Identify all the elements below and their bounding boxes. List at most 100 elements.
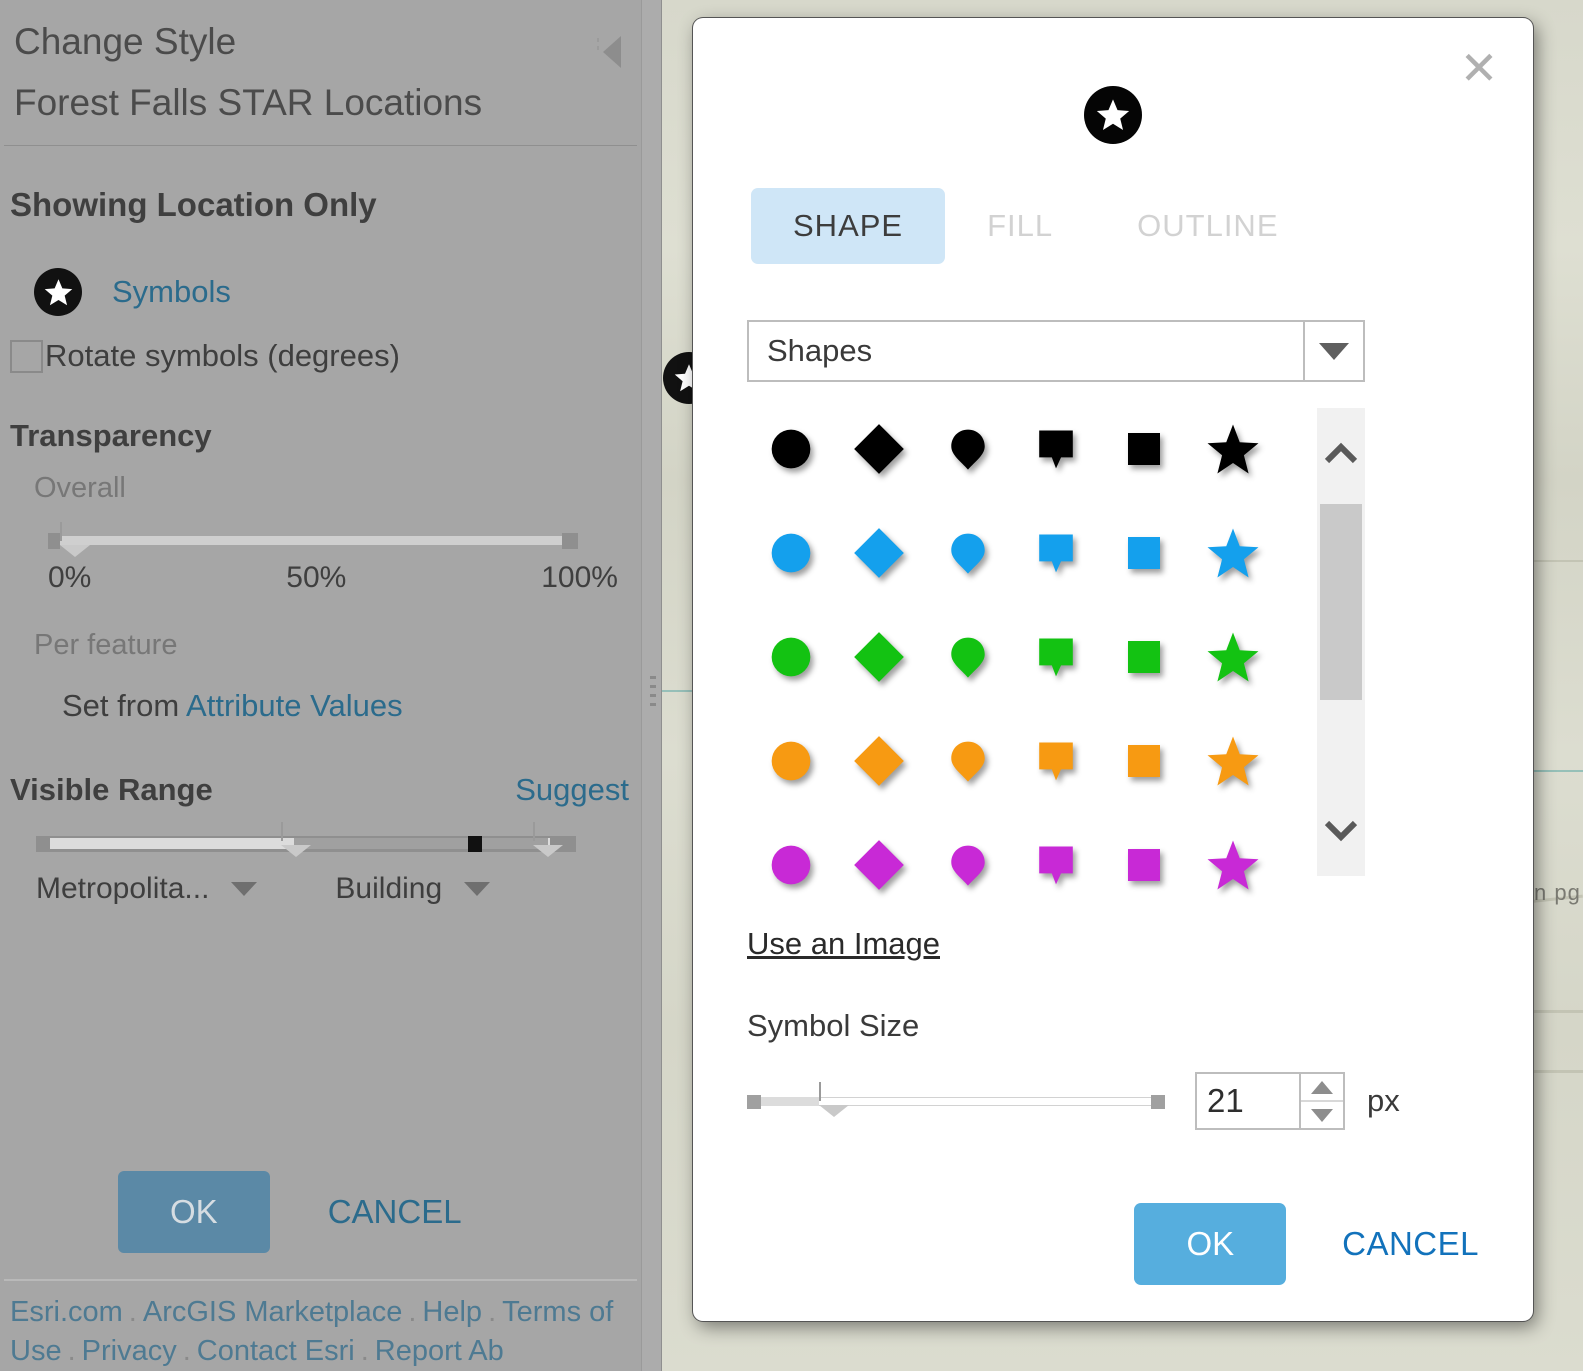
footer-link-esri[interactable]: Esri.com (10, 1296, 123, 1328)
use-an-image-link[interactable]: Use an Image (747, 926, 940, 962)
shape-option-magenta-star[interactable] (1189, 838, 1277, 892)
tab-outline[interactable]: OUTLINE (1095, 188, 1320, 264)
overall-label: Overall (34, 472, 126, 505)
shape-option-orange-diamond[interactable] (835, 734, 923, 788)
tick-100: 100% (541, 561, 618, 595)
symbol-size-stepper[interactable] (1299, 1074, 1343, 1128)
shape-option-magenta-circle[interactable] (747, 838, 835, 892)
shape-option-black-pin[interactable] (924, 422, 1012, 476)
panel-resize-grip[interactable] (650, 676, 656, 716)
shape-option-green-flag[interactable] (1012, 630, 1100, 684)
tab-fill[interactable]: FILL (945, 188, 1095, 264)
slider-cap-right (1151, 1095, 1165, 1109)
shape-option-magenta-diamond[interactable] (835, 838, 923, 892)
range-thumb-min[interactable] (281, 822, 311, 855)
footer-sep: . (488, 1295, 497, 1328)
transparency-tick-labels: 0% 50% 100% (48, 561, 618, 595)
stepper-up-icon[interactable] (1301, 1074, 1343, 1102)
visible-range-selects: Metropolita... Building (0, 858, 641, 906)
shape-option-black-flag[interactable] (1012, 422, 1100, 476)
slider-thumb[interactable] (60, 522, 90, 553)
visible-range-heading: Visible Range (10, 772, 213, 808)
chevron-down-icon[interactable] (1303, 322, 1363, 380)
close-icon[interactable]: ✕ (1451, 40, 1507, 96)
min-scale-select[interactable]: Metropolita... (36, 872, 258, 906)
max-scale-select[interactable]: Building (335, 872, 491, 906)
footer-link-help[interactable]: Help (422, 1296, 482, 1328)
shape-option-green-pin[interactable] (924, 630, 1012, 684)
footer-link-report[interactable]: Report Ab (375, 1335, 504, 1367)
attribute-values-link[interactable]: Attribute Values (186, 688, 403, 723)
scroll-down-icon[interactable] (1317, 786, 1365, 876)
shape-option-orange-flag[interactable] (1012, 734, 1100, 788)
dialog-ok-button[interactable]: OK (1134, 1203, 1287, 1285)
chevron-down-icon (231, 882, 258, 897)
suggest-link[interactable]: Suggest (515, 772, 629, 808)
scrollbar-thumb[interactable] (1320, 504, 1362, 700)
shape-grid-scrollbar[interactable] (1317, 408, 1365, 876)
symbol-size-unit: px (1367, 1083, 1400, 1118)
panel-cancel-button[interactable]: CANCEL (322, 1192, 468, 1232)
symbol-size-label: Symbol Size (747, 1008, 920, 1043)
shape-option-black-star[interactable] (1189, 422, 1277, 476)
tab-shape[interactable]: SHAPE (751, 188, 946, 264)
shape-option-orange-circle[interactable] (747, 734, 835, 788)
shape-option-blue-circle[interactable] (747, 526, 835, 580)
visible-range-slider[interactable] (36, 822, 576, 858)
symbol-size-field[interactable] (1195, 1072, 1345, 1130)
symbols-row[interactable]: Symbols (0, 224, 641, 317)
symbols-link[interactable]: Symbols (112, 274, 231, 310)
panel-ok-button[interactable]: OK (118, 1170, 270, 1253)
footer-link-terms[interactable]: Terms (502, 1296, 581, 1328)
footer-sep: . (360, 1334, 369, 1367)
shape-category-value: Shapes (767, 333, 873, 368)
shape-option-blue-diamond[interactable] (835, 526, 923, 580)
page-title: Change Style (14, 21, 237, 62)
shape-option-green-star[interactable] (1189, 630, 1277, 684)
max-scale-value: Building (335, 872, 443, 906)
shape-option-magenta-square[interactable] (1100, 838, 1188, 892)
shape-category-select[interactable]: Shapes (747, 320, 1365, 382)
rotate-symbols-row[interactable]: Rotate symbols (degrees) (0, 316, 641, 374)
footer-link-privacy[interactable]: Privacy (82, 1335, 177, 1367)
shape-option-magenta-pin[interactable] (924, 838, 1012, 892)
shape-option-green-diamond[interactable] (835, 630, 923, 684)
collapse-panel-button[interactable] (581, 28, 625, 72)
shape-option-magenta-flag[interactable] (1012, 838, 1100, 892)
range-thumb-max[interactable] (533, 822, 563, 855)
slider-thumb[interactable] (819, 1082, 849, 1115)
set-from-row: Set from Attribute Values (0, 662, 641, 724)
shape-option-green-square[interactable] (1100, 630, 1188, 684)
symbol-size-input[interactable] (1197, 1074, 1299, 1128)
footer-sep: . (67, 1334, 76, 1367)
dialog-cancel-button[interactable]: CANCEL (1336, 1224, 1485, 1264)
shape-option-black-diamond[interactable] (835, 422, 923, 476)
scroll-up-icon[interactable] (1317, 408, 1365, 498)
shape-option-orange-square[interactable] (1100, 734, 1188, 788)
transparency-heading: Transparency (10, 418, 212, 454)
overall-transparency-slider[interactable] (48, 522, 578, 553)
shape-option-orange-pin[interactable] (924, 734, 1012, 788)
panel-action-buttons: OK CANCEL (0, 1170, 641, 1279)
stepper-down-icon[interactable] (1301, 1102, 1343, 1128)
shape-option-black-square[interactable] (1100, 422, 1188, 476)
footer-link-contact[interactable]: Contact Esri (197, 1335, 355, 1367)
tick-0: 0% (48, 561, 92, 595)
change-style-panel: Change Style Forest Falls STAR Locations… (0, 0, 641, 1371)
shape-picker-area (747, 408, 1365, 892)
shape-option-black-circle[interactable] (747, 422, 835, 476)
chevron-down-icon (464, 882, 491, 897)
showing-location-heading: Showing Location Only (10, 186, 377, 224)
footer-link-marketplace[interactable]: ArcGIS Marketplace (143, 1296, 402, 1328)
rotate-symbols-checkbox[interactable] (10, 339, 43, 373)
shape-option-blue-pin[interactable] (924, 526, 1012, 580)
shape-option-blue-flag[interactable] (1012, 526, 1100, 580)
shape-option-blue-star[interactable] (1189, 526, 1277, 580)
shape-option-green-circle[interactable] (747, 630, 835, 684)
shape-option-orange-star[interactable] (1189, 734, 1277, 788)
shape-grid (747, 408, 1277, 892)
min-scale-value: Metropolita... (36, 872, 210, 906)
symbol-size-slider[interactable] (747, 1082, 1165, 1115)
map-label: n pg (1534, 880, 1581, 905)
shape-option-blue-square[interactable] (1100, 526, 1188, 580)
